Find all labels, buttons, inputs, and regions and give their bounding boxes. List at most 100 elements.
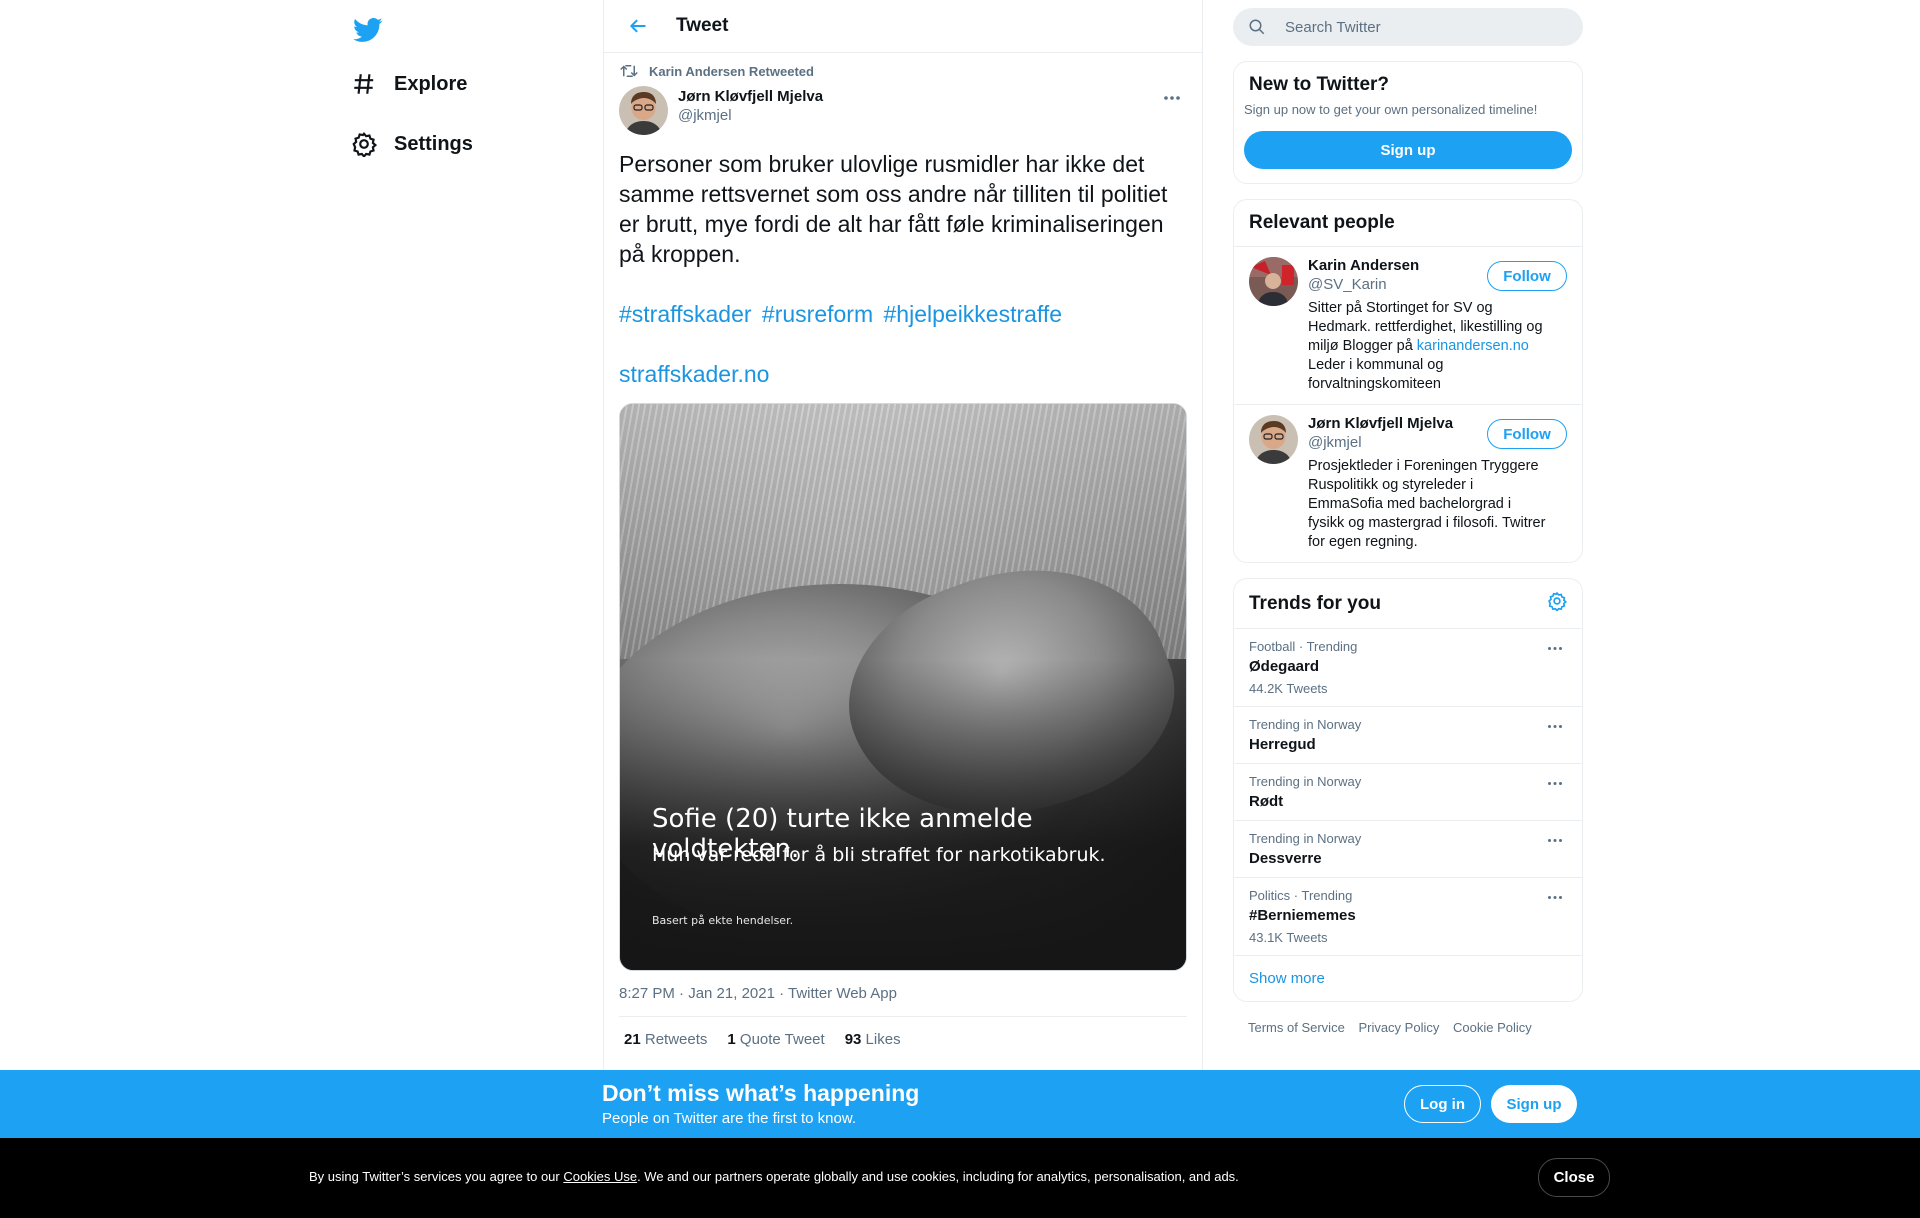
trend-count: 44.2K Tweets [1249, 681, 1328, 696]
author-names: Jørn Kløvfjell Mjelva @jkmjel [678, 88, 823, 124]
login-button[interactable]: Log in [1404, 1085, 1481, 1123]
search-input[interactable]: Search Twitter [1233, 8, 1583, 46]
cookie-text-after: . We and our partners operate globally a… [637, 1169, 1239, 1184]
nav-item-settings[interactable]: Settings [340, 119, 483, 169]
trend-count: 43.1K Tweets [1249, 930, 1328, 945]
tweet-hashtags: #straffskader #rusreform #hjelpeikkestra… [619, 299, 1187, 329]
more-options-icon[interactable] [1543, 833, 1567, 847]
tweet: Karin Andersen Retweeted Jørn Kløvfjell … [604, 62, 1202, 1062]
tweet-text: Personer som bruker ulovlige rusmidler h… [619, 151, 1174, 267]
trend-name: Rødt [1249, 793, 1284, 810]
image-caption-small: Basert på ekte hendelser. [652, 914, 794, 927]
cookie-text: By using Twitter’s services you agree to… [309, 1169, 1239, 1184]
gear-icon[interactable] [1547, 591, 1568, 616]
show-more-link[interactable]: Show more [1234, 956, 1582, 1001]
avatar[interactable] [619, 86, 668, 135]
tweet-image[interactable]: Sofie (20) turte ikke anmelde voldtekten… [619, 403, 1187, 971]
right-sidebar: Search Twitter New to Twitter? Sign up n… [1233, 0, 1583, 1035]
trend-context: Politics · Trending [1249, 888, 1353, 903]
person-bio: Sitter på Stortinget for SV og Hedmark. … [1308, 299, 1548, 394]
trends-card: Trends for you Football · Trending Ødega… [1233, 578, 1583, 1002]
nav-label: Settings [394, 132, 473, 155]
more-options-icon[interactable] [1157, 88, 1187, 108]
retweet-icon [619, 62, 639, 80]
hashtag-link[interactable]: #straffskader [619, 301, 752, 327]
signup-prompt-bar: Don’t miss what’s happening People on Tw… [0, 1070, 1920, 1138]
follow-button[interactable]: Follow [1487, 261, 1567, 291]
new-to-twitter-card: New to Twitter? Sign up now to get your … [1233, 61, 1583, 184]
quote-count: 1 [727, 1031, 736, 1048]
avatar[interactable] [1249, 415, 1298, 464]
person-item[interactable]: Karin Andersen @SV_Karin Sitter på Stort… [1234, 246, 1582, 404]
hashtag-link[interactable]: #rusreform [762, 301, 873, 327]
trend-name: Herregud [1249, 736, 1316, 753]
cookie-text-before: By using Twitter’s services you agree to… [309, 1169, 564, 1184]
bio-text: Leder i kommunal og forvaltningskomiteen [1308, 357, 1444, 392]
hashtag-icon [350, 70, 378, 98]
page-title: Tweet [676, 15, 729, 36]
prompt-subtitle: People on Twitter are the first to know. [602, 1110, 857, 1127]
footer-link[interactable]: Cookie Policy [1453, 1020, 1532, 1035]
retweets-label: Retweets [644, 1031, 708, 1048]
image-caption-sub: Hun var redd for å bli straffet for nark… [652, 844, 1106, 866]
main-column: Tweet Karin Andersen Retweeted Jørn Kløv… [603, 0, 1203, 1218]
follow-button[interactable]: Follow [1487, 419, 1567, 449]
avatar[interactable] [1249, 257, 1298, 306]
more-options-icon[interactable] [1543, 641, 1567, 655]
trend-item[interactable]: Trending in Norway Herregud [1234, 707, 1582, 764]
retweet-context: Karin Andersen Retweeted [619, 62, 1187, 80]
retweeted-by[interactable]: Karin Andersen Retweeted [649, 64, 814, 79]
trend-name: Dessverre [1249, 850, 1322, 867]
trend-context: Trending in Norway [1249, 774, 1362, 789]
trend-item[interactable]: Trending in Norway Dessverre [1234, 821, 1582, 878]
card-title: Trends for you [1249, 592, 1381, 614]
card-subtitle: Sign up now to get your own personalized… [1244, 102, 1538, 117]
footer-links: Terms of Service Privacy Policy Cookie P… [1233, 1020, 1583, 1035]
likes-count: 93 [844, 1031, 862, 1048]
cookies-use-link[interactable]: Cookies Use [563, 1169, 637, 1184]
footer-link[interactable]: Terms of Service [1248, 1020, 1345, 1035]
trend-context: Football · Trending [1249, 639, 1358, 654]
likes-stat[interactable]: 93 Likes [845, 1031, 901, 1048]
retweets-count: 21 [624, 1031, 641, 1048]
trend-item[interactable]: Football · Trending Ødegaard 44.2K Tweet… [1234, 629, 1582, 707]
person-item[interactable]: Jørn Kløvfjell Mjelva @jkmjel Prosjektle… [1234, 404, 1582, 562]
tweet-url-link[interactable]: straffskader.no [619, 359, 1187, 389]
likes-label: Likes [865, 1031, 901, 1048]
back-arrow-icon[interactable] [620, 8, 656, 44]
footer-link[interactable]: Privacy Policy [1358, 1020, 1439, 1035]
twitter-logo-icon[interactable] [348, 10, 388, 50]
quote-label: Quote Tweet [739, 1031, 825, 1048]
trend-item[interactable]: Trending in Norway Rødt [1234, 764, 1582, 821]
nav-label: Explore [394, 72, 468, 95]
search-icon [1247, 17, 1267, 37]
close-button[interactable]: Close [1538, 1158, 1610, 1197]
tweet-author: Jørn Kløvfjell Mjelva @jkmjel [619, 86, 1187, 135]
trend-name: Ødegaard [1249, 658, 1320, 675]
page-header: Tweet [604, 0, 1202, 53]
cookie-banner: By using Twitter’s services you agree to… [0, 1138, 1920, 1218]
signup-button[interactable]: Sign up [1244, 131, 1572, 169]
signup-button[interactable]: Sign up [1491, 1085, 1577, 1123]
trend-context: Trending in Norway [1249, 717, 1362, 732]
trend-item[interactable]: Politics · Trending #Berniememes 43.1K T… [1234, 878, 1582, 956]
author-handle[interactable]: @jkmjel [678, 107, 823, 124]
trend-name: #Berniememes [1249, 907, 1356, 924]
more-options-icon[interactable] [1543, 719, 1567, 733]
trends-header: Trends for you [1234, 579, 1582, 629]
tweet-stats: 21 Retweets 1 Quote Tweet 93 Likes [619, 1017, 1187, 1062]
card-title: Relevant people [1249, 212, 1395, 233]
retweets-stat[interactable]: 21 Retweets [624, 1031, 707, 1048]
search-placeholder: Search Twitter [1285, 18, 1381, 36]
nav-item-explore[interactable]: Explore [340, 59, 477, 109]
prompt-title: Don’t miss what’s happening [602, 1080, 920, 1106]
quote-tweets-stat[interactable]: 1 Quote Tweet [727, 1031, 824, 1048]
tweet-timestamp[interactable]: 8:27 PM · Jan 21, 2021 · Twitter Web App [619, 985, 1187, 1017]
more-options-icon[interactable] [1543, 776, 1567, 790]
more-options-icon[interactable] [1543, 890, 1567, 904]
bio-link[interactable]: karinandersen.no [1417, 338, 1529, 354]
relevant-people-card: Relevant people Karin Andersen @SV_Karin… [1233, 199, 1583, 563]
hashtag-link[interactable]: #hjelpeikkestraffe [884, 301, 1063, 327]
author-name[interactable]: Jørn Kløvfjell Mjelva [678, 88, 823, 105]
gear-icon [350, 130, 378, 158]
